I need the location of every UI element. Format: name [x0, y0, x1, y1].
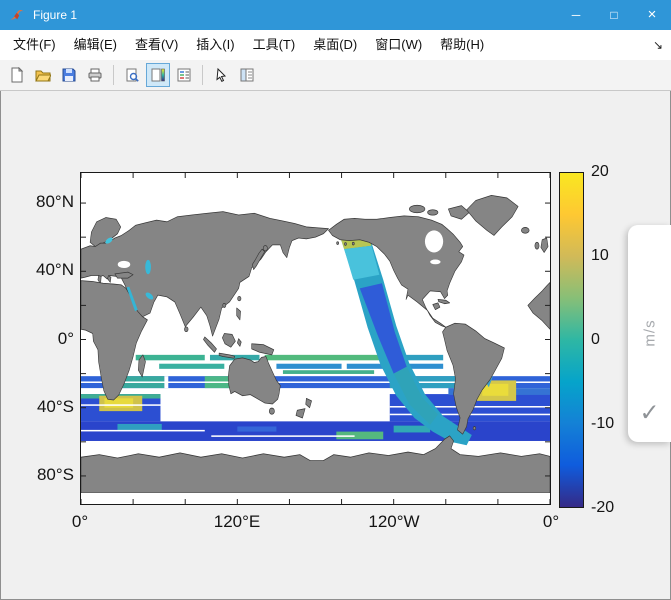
x-tick-label: 0°	[72, 512, 88, 532]
close-button[interactable]: ×	[633, 0, 671, 30]
window-title: Figure 1	[33, 8, 557, 22]
x-tick-label: 120°E	[214, 512, 261, 532]
window-controls: ─ □ ×	[557, 0, 671, 30]
toolbar-separator	[202, 65, 203, 85]
y-tick-label: 40°N	[0, 260, 74, 280]
save-figure-icon[interactable]	[57, 63, 81, 87]
menu-help[interactable]: 帮助(H)	[431, 30, 493, 60]
figure-toolbar	[0, 60, 671, 91]
menu-tools[interactable]: 工具(T)	[244, 30, 305, 60]
y-tick-label: 0°	[0, 329, 74, 349]
menu-insert[interactable]: 插入(I)	[187, 30, 243, 60]
colorbar-tick-label: 10	[591, 247, 609, 265]
matlab-icon	[9, 7, 25, 23]
titlebar[interactable]: Figure 1 ─ □ ×	[0, 0, 671, 30]
map-axes	[80, 172, 551, 505]
axis-ticks	[81, 173, 550, 504]
colorbar-tick-label: 0	[591, 331, 600, 349]
colorbar-tick-label: 20	[591, 163, 609, 181]
menu-file[interactable]: 文件(F)	[4, 30, 65, 60]
menu-window[interactable]: 窗口(W)	[366, 30, 431, 60]
insert-legend-icon[interactable]	[172, 63, 196, 87]
colorbar	[559, 172, 584, 508]
y-tick-label: 40°S	[0, 397, 74, 417]
maximize-button[interactable]: □	[595, 0, 633, 30]
edit-plot-icon[interactable]	[209, 63, 233, 87]
print-preview-icon[interactable]	[120, 63, 144, 87]
menu-overflow-arrow-icon[interactable]: ↘	[653, 38, 663, 52]
menu-edit[interactable]: 编辑(E)	[65, 30, 126, 60]
minimize-button[interactable]: ─	[557, 0, 595, 30]
figure-window: Figure 1 ─ □ × 文件(F) 编辑(E) 查看(V) 插入(I) 工…	[0, 0, 671, 600]
print-figure-icon[interactable]	[83, 63, 107, 87]
menu-view[interactable]: 查看(V)	[126, 30, 187, 60]
open-file-icon[interactable]	[31, 63, 55, 87]
colorbar-tick-label: -10	[591, 415, 614, 433]
x-tick-label: 120°W	[368, 512, 419, 532]
side-flyout-panel: m/s ✓	[628, 225, 671, 442]
menu-desktop[interactable]: 桌面(D)	[304, 30, 366, 60]
toolbar-separator	[113, 65, 114, 85]
y-tick-label: 80°N	[0, 192, 74, 212]
x-tick-label: 0°	[543, 512, 559, 532]
colorbar-tick-label: -20	[591, 499, 614, 517]
check-icon[interactable]: ✓	[639, 399, 659, 428]
menubar: 文件(F) 编辑(E) 查看(V) 插入(I) 工具(T) 桌面(D) 窗口(W…	[0, 30, 671, 60]
y-tick-label: 80°S	[0, 465, 74, 485]
property-inspector-icon[interactable]	[235, 63, 259, 87]
new-figure-icon[interactable]	[5, 63, 29, 87]
colorbar-units-label: m/s	[641, 319, 658, 346]
insert-colorbar-icon[interactable]	[146, 63, 170, 87]
